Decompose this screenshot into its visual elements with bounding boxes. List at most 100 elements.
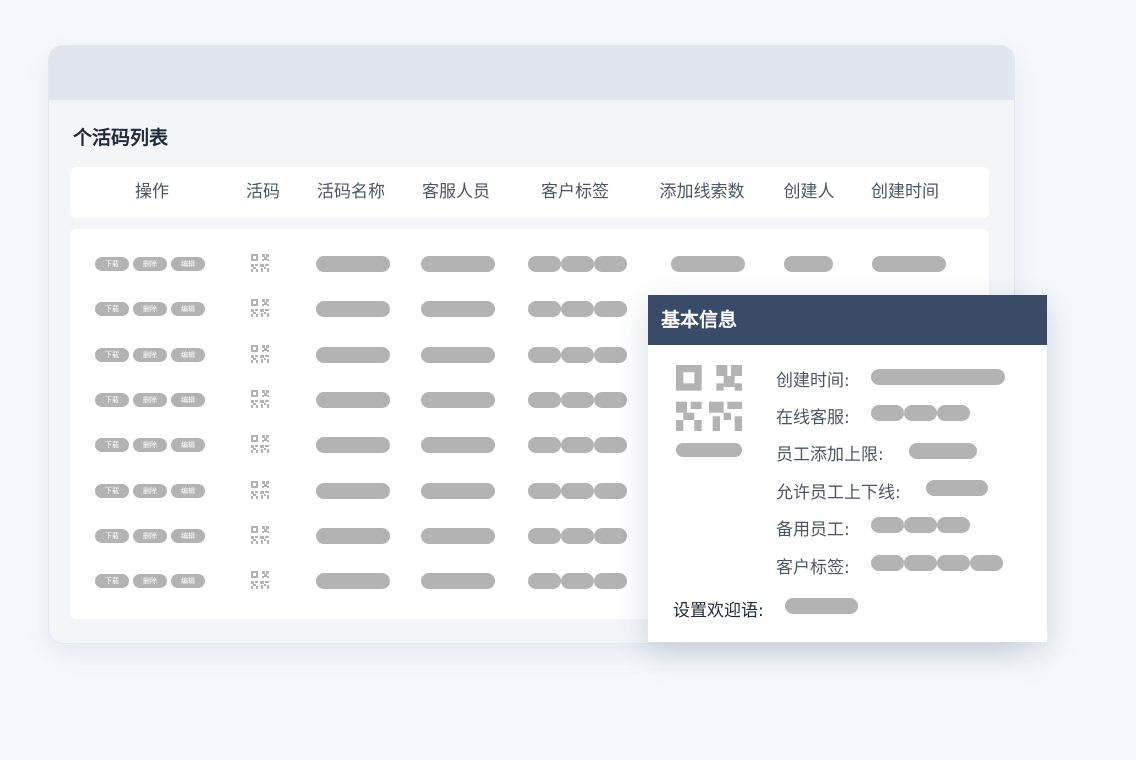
edit-button[interactable]: 编辑 (171, 347, 205, 362)
download-button[interactable]: 下载 (95, 302, 129, 317)
field-add-limit-value (909, 443, 977, 459)
edit-button[interactable]: 编辑 (171, 574, 205, 589)
download-button[interactable]: 下载 (95, 528, 129, 543)
table-row: 下载 删除 编辑 (70, 254, 989, 274)
tag-chip (528, 527, 561, 544)
download-button[interactable]: 下载 (95, 483, 129, 498)
agent-chip (904, 405, 937, 421)
tag-chip (594, 346, 627, 363)
column-header-qr-code: 活码 (246, 182, 280, 202)
tag-chip (594, 482, 627, 499)
agent-placeholder (421, 301, 495, 318)
edit-button[interactable]: 编辑 (171, 257, 205, 271)
tag-chip (561, 301, 594, 318)
agent-placeholder (421, 346, 495, 363)
qr-code-icon[interactable] (251, 571, 269, 590)
code-name-placeholder (316, 527, 390, 544)
field-backup-staff-label: 备用员工: (776, 520, 850, 540)
tag-chip (561, 391, 594, 408)
welcome-message-value (785, 598, 858, 614)
table-header: 操作 活码 活码名称 客服人员 客户标签 添加线索数 创建人 创建时间 (70, 167, 989, 218)
download-button[interactable]: 下载 (95, 392, 129, 407)
agent-placeholder (421, 391, 495, 408)
backup-staff-chip (937, 517, 970, 533)
qr-code-icon[interactable] (251, 254, 269, 272)
delete-button[interactable]: 删除 (133, 347, 167, 362)
field-add-limit-label: 员工添加上限: (776, 445, 884, 465)
column-header-code-name: 活码名称 (317, 182, 385, 202)
code-name-placeholder (316, 391, 390, 408)
delete-button[interactable]: 删除 (133, 302, 167, 317)
tag-chip (561, 482, 594, 499)
field-allow-online-label: 允许员工上下线: (776, 483, 901, 503)
welcome-message-label: 设置欢迎语: (673, 601, 764, 621)
tag-chip (594, 527, 627, 544)
edit-button[interactable]: 编辑 (171, 483, 205, 498)
qr-code-icon[interactable] (251, 480, 269, 499)
creator-placeholder (784, 256, 833, 272)
code-name-placeholder (316, 301, 390, 318)
customer-tag-chip (937, 555, 970, 571)
customer-tag-chip (904, 555, 937, 571)
tag-chip (594, 573, 627, 590)
tag-chip (528, 437, 561, 454)
qr-code-icon[interactable] (251, 344, 269, 363)
tag-chip (594, 301, 627, 318)
tag-chip (528, 346, 561, 363)
edit-button[interactable]: 编辑 (171, 392, 205, 407)
agent-placeholder (421, 256, 495, 272)
agent-placeholder (421, 573, 495, 590)
backup-staff-chip (871, 517, 904, 533)
edit-button[interactable]: 编辑 (171, 438, 205, 453)
customer-tag-chip (970, 555, 1003, 571)
field-allow-online-value (926, 480, 988, 496)
download-button[interactable]: 下载 (95, 257, 129, 271)
column-header-leads-added: 添加线索数 (659, 182, 745, 202)
code-name-placeholder (316, 573, 390, 590)
column-header-customer-tags: 客户标签 (541, 182, 609, 202)
download-button[interactable]: 下载 (95, 438, 129, 453)
edit-button[interactable]: 编辑 (171, 302, 205, 317)
basic-info-panel: 基本信息 创建时间: 在线客服: 员工添加上限: 允许员工上下线: 备用员工: … (648, 295, 1047, 642)
delete-button[interactable]: 删除 (133, 257, 167, 271)
agent-placeholder (421, 482, 495, 499)
delete-button[interactable]: 删除 (133, 483, 167, 498)
qr-code-icon (676, 365, 742, 431)
tag-chip (561, 256, 594, 272)
code-name-placeholder (316, 482, 390, 499)
column-header-created-time: 创建时间 (871, 182, 939, 202)
tag-chip (528, 301, 561, 318)
download-button[interactable]: 下载 (95, 574, 129, 589)
tag-chip (528, 573, 561, 590)
edit-button[interactable]: 编辑 (171, 528, 205, 543)
delete-button[interactable]: 删除 (133, 392, 167, 407)
tag-chip (528, 391, 561, 408)
backup-staff-chip (904, 517, 937, 533)
column-header-actions: 操作 (135, 182, 169, 202)
qr-code-icon[interactable] (251, 299, 269, 318)
column-header-agents: 客服人员 (422, 182, 490, 202)
window-titlebar (49, 46, 1014, 100)
created-time-placeholder (872, 256, 946, 272)
qr-code-caption-placeholder (676, 443, 742, 457)
code-name-placeholder (316, 256, 390, 272)
agent-placeholder (421, 437, 495, 454)
delete-button[interactable]: 删除 (133, 438, 167, 453)
field-created-time-label: 创建时间: (776, 371, 850, 391)
field-created-time-value (871, 369, 1005, 385)
leads-count-placeholder (671, 256, 745, 272)
list-title: 个活码列表 (73, 127, 169, 149)
qr-code-icon[interactable] (251, 525, 269, 544)
tag-chip (561, 346, 594, 363)
field-customer-tags-label: 客户标签: (776, 558, 850, 578)
customer-tag-chip (871, 555, 904, 571)
tag-chip (528, 256, 561, 272)
tag-chip (561, 527, 594, 544)
qr-code-icon[interactable] (251, 389, 269, 408)
qr-code-icon[interactable] (251, 435, 269, 454)
tag-chip (561, 437, 594, 454)
code-name-placeholder (316, 346, 390, 363)
download-button[interactable]: 下载 (95, 347, 129, 362)
delete-button[interactable]: 删除 (133, 528, 167, 543)
delete-button[interactable]: 删除 (133, 574, 167, 589)
